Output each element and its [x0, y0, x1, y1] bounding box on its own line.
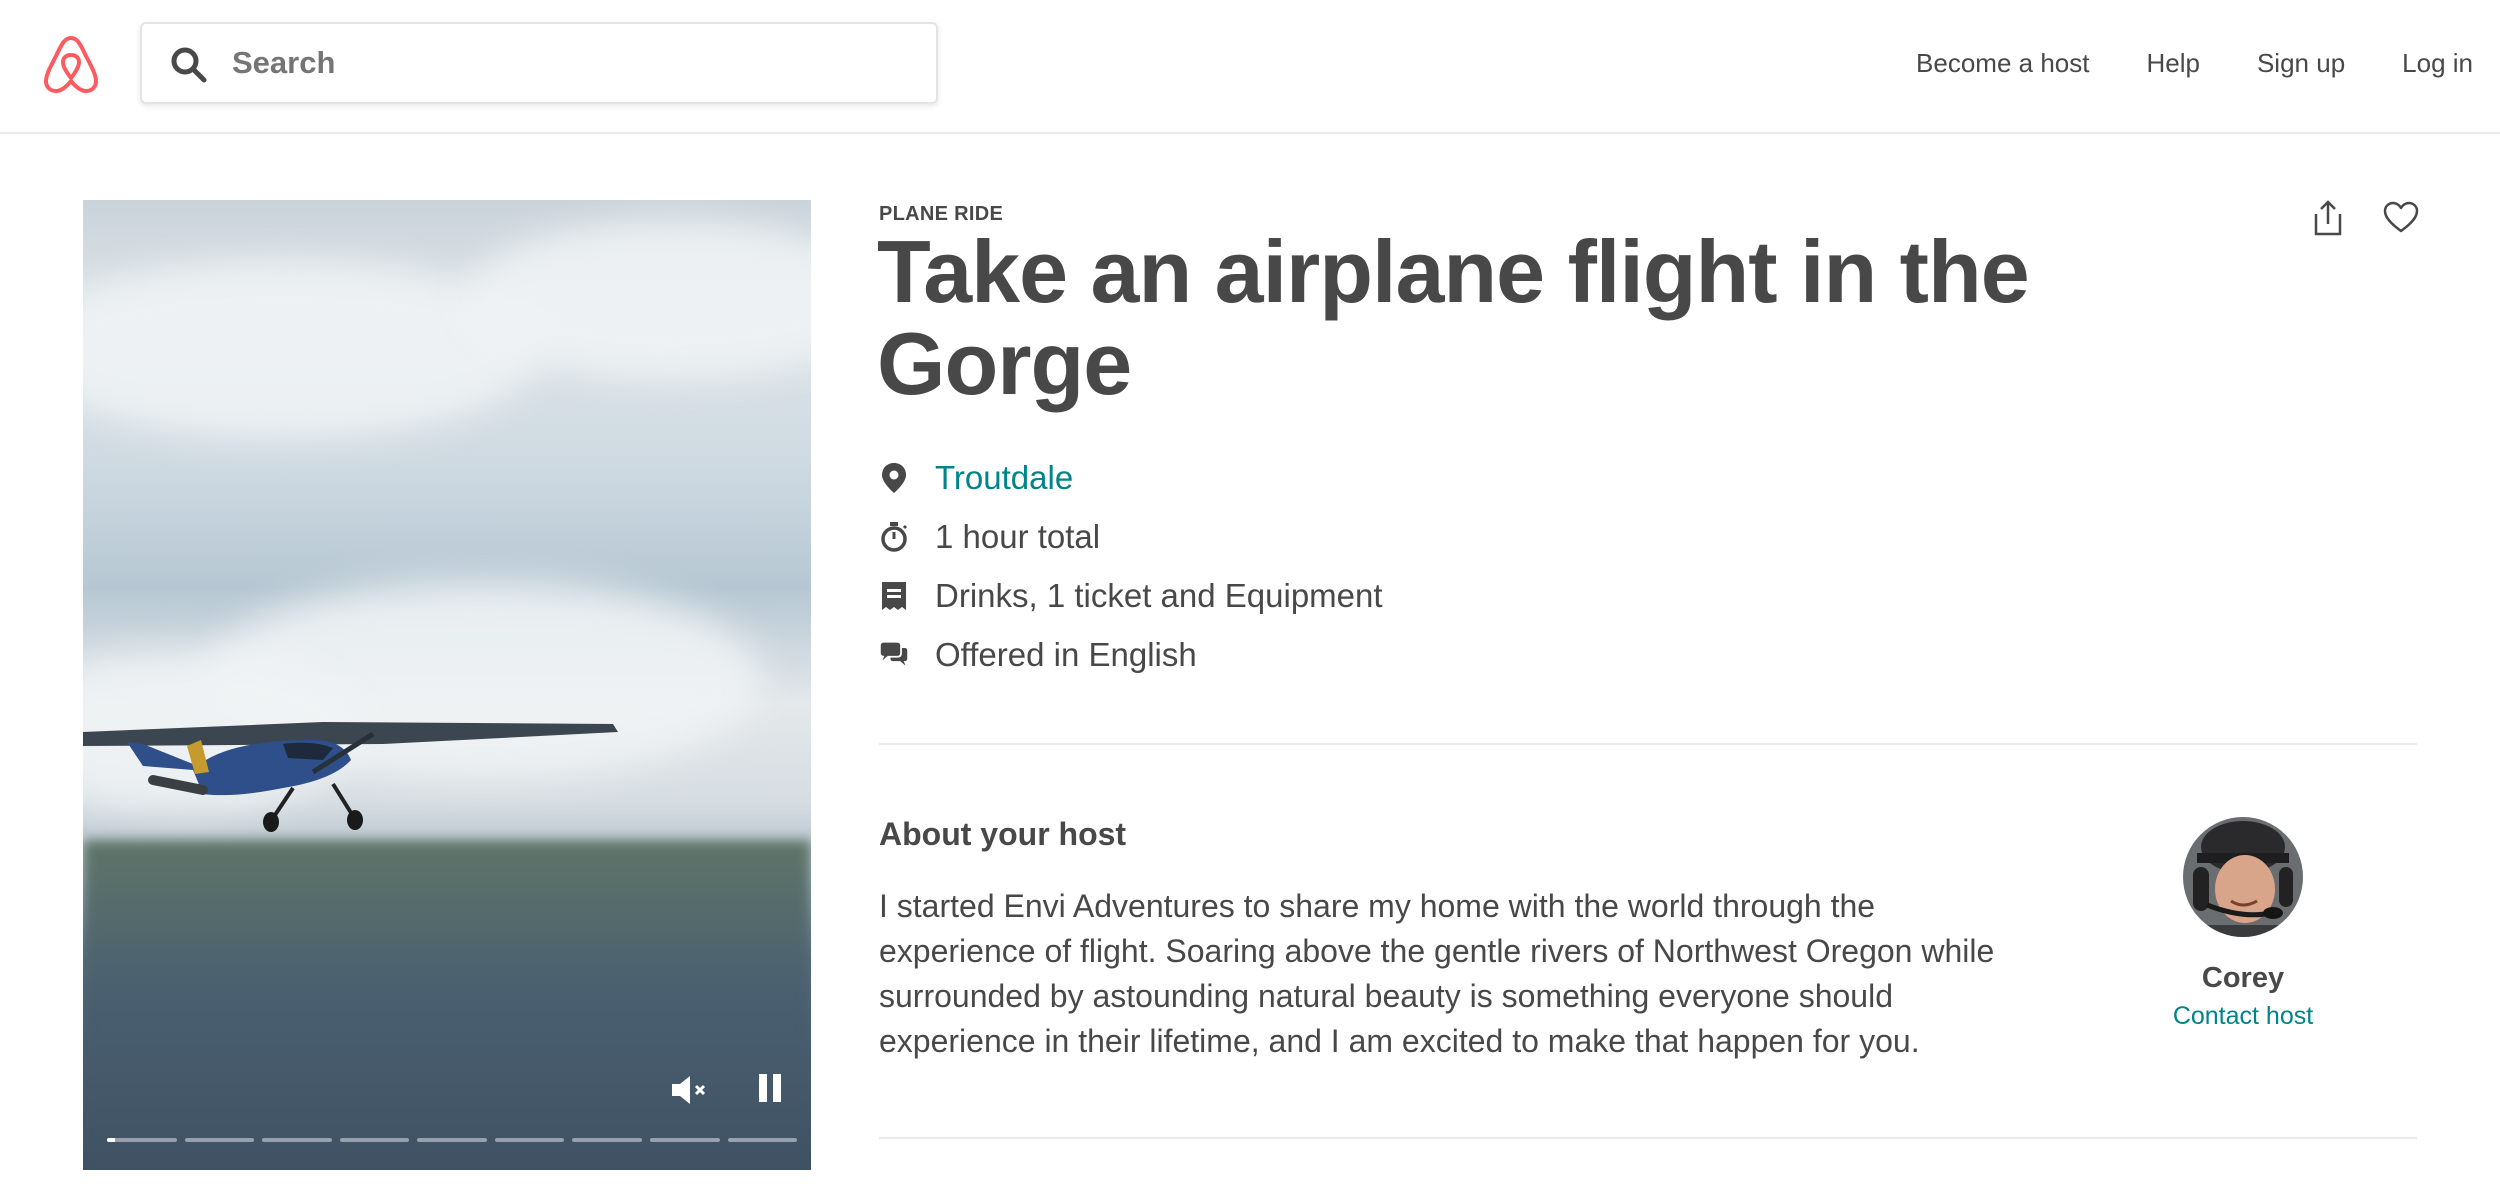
- fact-language: Offered in English: [879, 625, 1779, 684]
- experience-video[interactable]: [83, 200, 811, 1170]
- host-name: Corey: [2201, 962, 2285, 994]
- experience-facts: Troutdale 1 hour total Drinks, 1 ticket …: [879, 448, 1779, 684]
- contact-host-link[interactable]: Contact host: [2113, 1002, 2373, 1031]
- video-progress-segment[interactable]: [727, 1138, 798, 1142]
- includes-text: Drinks, 1 ticket and Equipment: [935, 576, 1383, 614]
- pause-icon[interactable]: [755, 1070, 785, 1106]
- video-progress-segment[interactable]: [494, 1138, 565, 1142]
- about-host-heading: About your host: [879, 816, 1127, 852]
- location-link[interactable]: Troutdale: [935, 459, 1073, 497]
- video-progress[interactable]: [107, 1138, 798, 1142]
- fact-location: Troutdale: [879, 448, 1779, 507]
- video-progress-segment[interactable]: [417, 1138, 487, 1142]
- video-progress-fill: [107, 1138, 116, 1142]
- host-photo: [2183, 817, 2303, 937]
- video-progress-segment[interactable]: [572, 1138, 642, 1142]
- fact-duration: 1 hour total: [879, 507, 1779, 566]
- stopwatch-icon: [879, 520, 909, 554]
- top-nav: Become a host Help Sign up Log in: [1859, 0, 2500, 126]
- share-icon[interactable]: [2310, 198, 2346, 238]
- log-in-link[interactable]: Log in: [2402, 48, 2473, 79]
- location-pin-icon: [879, 461, 909, 495]
- site-header: Become a host Help Sign up Log in: [0, 0, 2500, 134]
- host-bio: I started Envi Adventures to share my ho…: [879, 888, 1995, 1059]
- video-progress-segment[interactable]: [107, 1138, 177, 1142]
- search-icon: [171, 47, 207, 83]
- page-title: Take an airplane flight in the Gorge: [877, 222, 2030, 413]
- video-treeline: [83, 840, 811, 1170]
- video-progress-segment[interactable]: [649, 1138, 720, 1142]
- receipt-icon: [879, 579, 909, 613]
- video-progress-segment[interactable]: [339, 1138, 410, 1142]
- mute-icon[interactable]: [668, 1072, 708, 1108]
- help-link[interactable]: Help: [2146, 48, 2199, 79]
- heart-icon[interactable]: [2382, 200, 2420, 234]
- avatar[interactable]: [2183, 817, 2303, 937]
- section-divider: [879, 743, 2417, 745]
- section-divider: [879, 1137, 2417, 1139]
- search-bar[interactable]: [140, 22, 938, 104]
- duration-text: 1 hour total: [935, 517, 1101, 555]
- airplane-image: [83, 722, 618, 832]
- airbnb-logo-icon[interactable]: [42, 34, 100, 94]
- search-input[interactable]: [230, 24, 910, 102]
- chat-bubbles-icon: [879, 638, 909, 672]
- video-progress-segment[interactable]: [184, 1138, 255, 1142]
- fact-includes: Drinks, 1 ticket and Equipment: [879, 566, 1779, 625]
- video-progress-segment[interactable]: [262, 1138, 332, 1142]
- language-text: Offered in English: [935, 635, 1197, 673]
- become-host-link[interactable]: Become a host: [1916, 48, 2089, 79]
- sign-up-link[interactable]: Sign up: [2257, 48, 2345, 79]
